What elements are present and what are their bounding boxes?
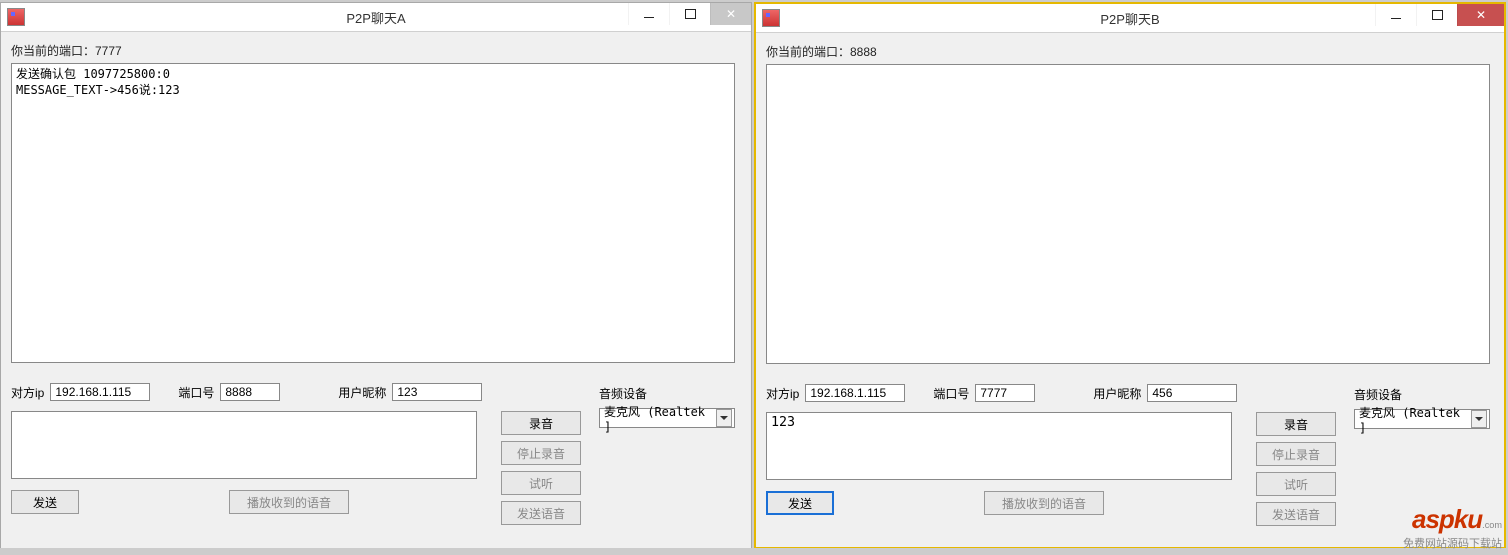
client-area: 你当前的端口：7777 发送确认包 1097725800:0 MESSAGE_T… [1,32,751,548]
message-input[interactable] [766,412,1232,480]
chat-log[interactable]: 发送确认包 1097725800:0 MESSAGE_TEXT->456说:12… [11,63,735,363]
audio-device-combo[interactable]: 麦克风 (Realtek ] [1354,409,1490,429]
stop-record-button[interactable]: 停止录音 [501,441,581,465]
current-port-label: 你当前的端口：8888 [766,43,1494,60]
chevron-down-icon [716,409,732,427]
chat-log[interactable] [766,64,1490,364]
play-received-voice-button[interactable]: 播放收到的语音 [229,490,349,514]
maximize-button[interactable] [669,3,710,25]
window-title: P2P聊天B [1100,9,1159,28]
send-voice-button[interactable]: 发送语音 [501,501,581,525]
minimize-button[interactable] [1375,4,1416,26]
stop-record-button[interactable]: 停止录音 [1256,442,1336,466]
port-number-input[interactable] [975,384,1035,402]
peer-ip-input[interactable] [805,384,905,402]
preview-button[interactable]: 试听 [1256,472,1336,496]
nickname-label: 用户昵称 [338,384,386,401]
record-button[interactable]: 录音 [501,411,581,435]
audio-device-value: 麦克风 (Realtek ] [1359,404,1469,435]
audio-device-combo[interactable]: 麦克风 (Realtek ] [599,408,735,428]
port-number-input[interactable] [220,383,280,401]
window-b: P2P聊天B 你当前的端口：8888 对方ip 端口号 用户昵称 录音 停止录音… [754,2,1506,548]
nickname-input[interactable] [1147,384,1237,402]
send-button[interactable]: 发送 [766,491,834,515]
nickname-input[interactable] [392,383,482,401]
window-a: P2P聊天A 你当前的端口：7777 发送确认包 1097725800:0 ME… [0,2,752,548]
record-button[interactable]: 录音 [1256,412,1336,436]
peer-ip-label: 对方ip [11,384,44,401]
titlebar[interactable]: P2P聊天A [1,3,751,32]
nickname-label: 用户昵称 [1093,385,1141,402]
close-button[interactable] [1457,4,1504,26]
port-number-label: 端口号 [933,385,969,402]
peer-ip-input[interactable] [50,383,150,401]
app-icon [7,8,25,26]
audio-device-label: 音频设备 [1354,386,1490,403]
current-port-label: 你当前的端口：7777 [11,42,741,59]
send-button[interactable]: 发送 [11,490,79,514]
app-icon [762,9,780,27]
window-title: P2P聊天A [346,8,405,27]
send-voice-button[interactable]: 发送语音 [1256,502,1336,526]
client-area: 你当前的端口：8888 对方ip 端口号 用户昵称 录音 停止录音 试听 发送语… [756,33,1504,547]
chevron-down-icon [1471,410,1487,428]
audio-device-value: 麦克风 (Realtek ] [604,403,714,434]
maximize-button[interactable] [1416,4,1457,26]
preview-button[interactable]: 试听 [501,471,581,495]
port-number-label: 端口号 [178,384,214,401]
close-button[interactable] [710,3,751,25]
message-input[interactable] [11,411,477,479]
minimize-button[interactable] [628,3,669,25]
peer-ip-label: 对方ip [766,385,799,402]
audio-device-label: 音频设备 [599,385,735,402]
titlebar[interactable]: P2P聊天B [756,4,1504,33]
play-received-voice-button[interactable]: 播放收到的语音 [984,491,1104,515]
